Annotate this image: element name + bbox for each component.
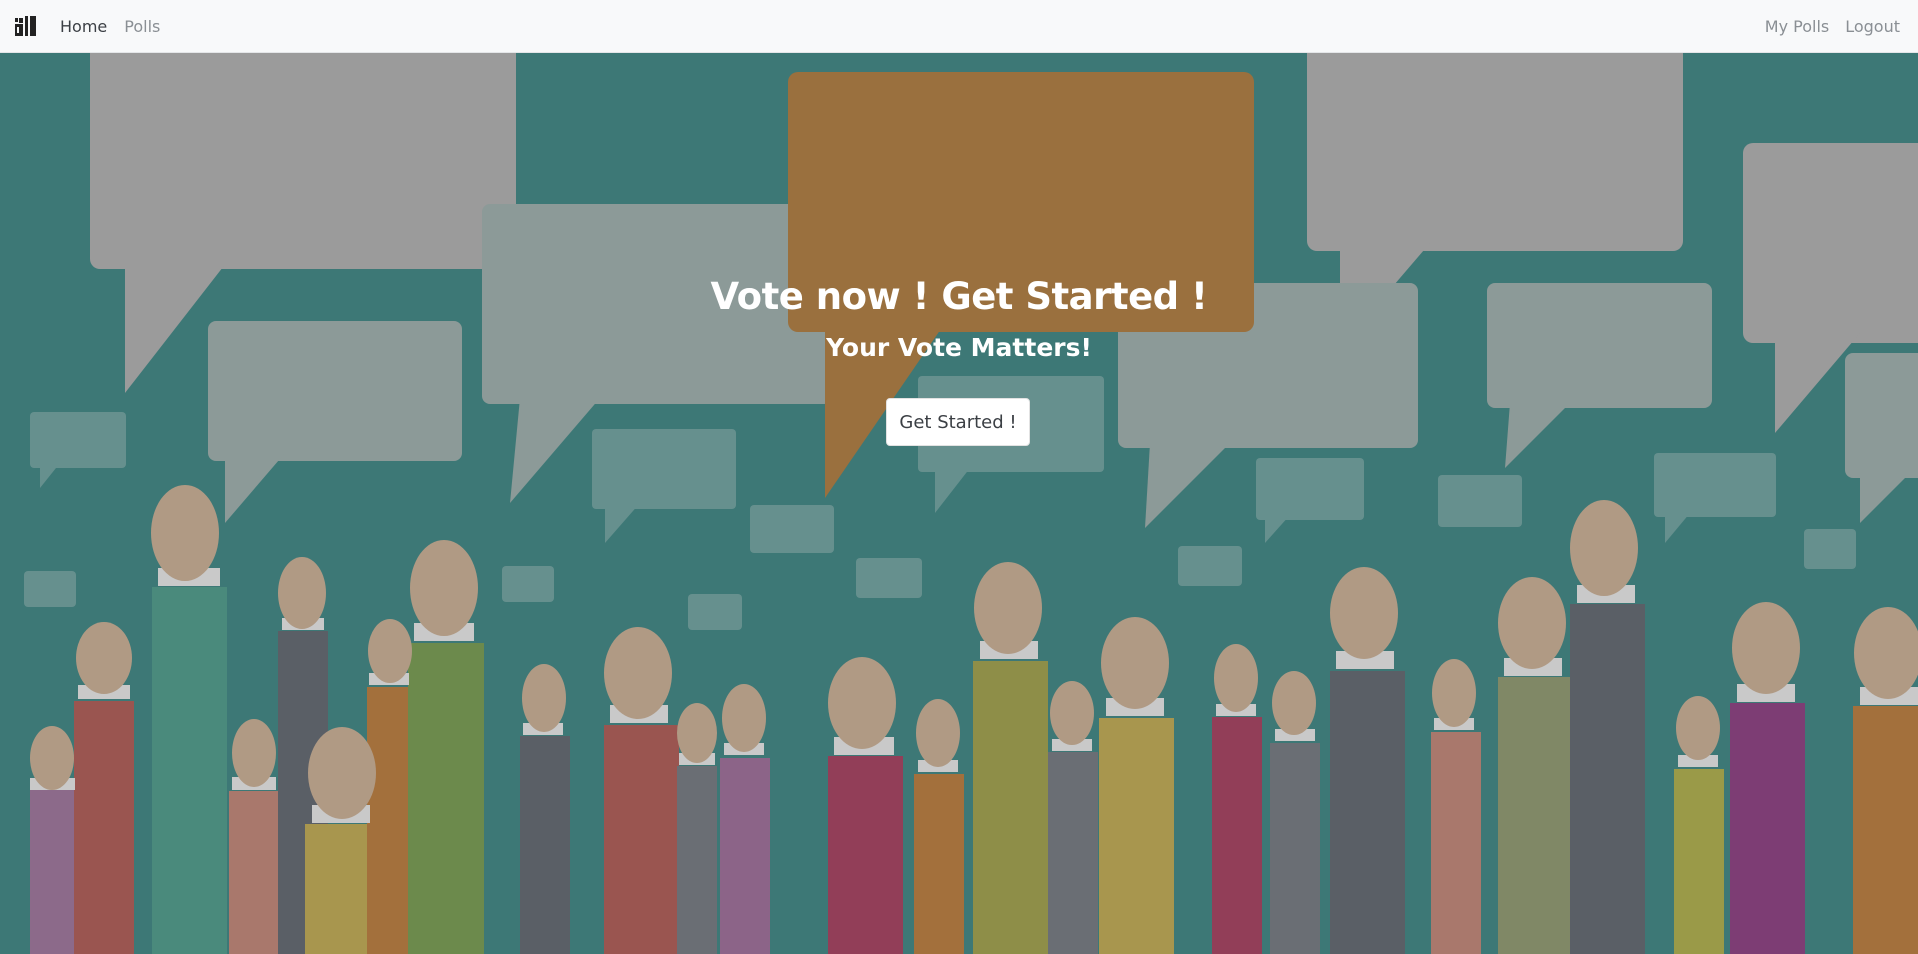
hero-subtitle: Your Vote Matters! [826, 333, 1092, 362]
hero-title: Vote now ! Get Started ! [710, 275, 1208, 318]
nav-link-logout[interactable]: Logout [1845, 17, 1900, 36]
nav-link-my-polls[interactable]: My Polls [1765, 17, 1829, 36]
brand-logo-icon[interactable] [14, 15, 38, 37]
nav-link-polls[interactable]: Polls [124, 17, 160, 36]
get-started-button[interactable]: Get Started ! [886, 398, 1030, 446]
hero-content: Vote now ! Get Started ! Your Vote Matte… [0, 53, 1918, 954]
hero-section: Vote now ! Get Started ! Your Vote Matte… [0, 53, 1918, 954]
navbar: Home Polls My Polls Logout [0, 0, 1918, 53]
nav-link-home[interactable]: Home [60, 17, 107, 36]
navbar-right: My Polls Logout [1749, 17, 1904, 36]
